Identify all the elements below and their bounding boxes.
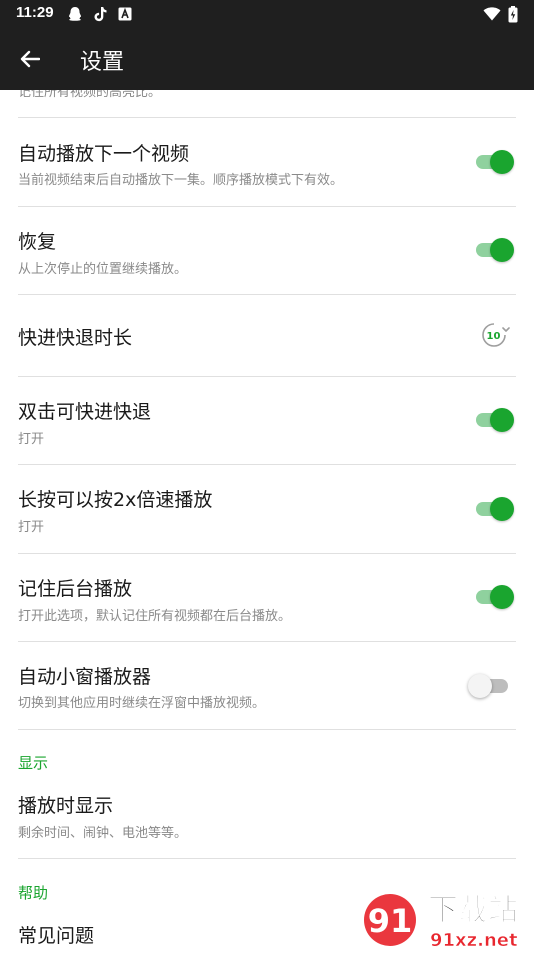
setting-label: 记住后台播放: [18, 578, 133, 600]
divider: [18, 729, 516, 730]
setting-resume[interactable]: 恢复 从上次停止的位置继续播放。: [0, 207, 534, 295]
watermark-logo: 91 下载站 91xz.net: [364, 893, 519, 951]
setting-label: 双击可快进快退: [18, 401, 152, 423]
qq-icon: [68, 6, 82, 22]
setting-label: 自动小窗播放器: [18, 666, 152, 688]
wifi-icon: [483, 6, 501, 22]
setting-label: 快进快退时长: [18, 327, 133, 349]
back-arrow-icon[interactable]: [16, 45, 44, 73]
watermark-domain: 91xz.net: [430, 930, 518, 950]
toggle-thumb: [490, 150, 514, 174]
seek-duration-value: 10: [487, 331, 501, 342]
setting-autoplay-next[interactable]: 自动播放下一个视频 当前视频结束后自动播放下一集。顺序播放模式下有效。: [0, 118, 534, 206]
partial-setting-row[interactable]: 记住所有视频的高亮比。: [0, 90, 534, 118]
toggle-thumb: [468, 674, 492, 698]
setting-sub: 打开此选项，默认记住所有视频都在后台播放。: [18, 609, 292, 624]
setting-label: 长按可以按2x倍速播放: [18, 489, 213, 511]
setting-double-tap-seek[interactable]: 双击可快进快退 打开: [0, 377, 534, 465]
page-title: 设置: [80, 50, 125, 75]
setting-sub: 打开: [18, 520, 45, 535]
divider: [18, 858, 516, 859]
setting-label: 常见问题: [18, 925, 95, 947]
section-header-help: 帮助: [18, 884, 49, 902]
setting-label: 自动播放下一个视频: [18, 143, 190, 165]
setting-sub: 切换到其他应用时继续在浮窗中播放视频。: [18, 696, 266, 711]
watermark-text: 下载站: [428, 893, 518, 928]
toggle-thumb: [490, 585, 514, 609]
section-header-display: 显示: [18, 754, 49, 772]
setting-show-while-playing[interactable]: 播放时显示 剩余时间、闹钟、电池等等。: [0, 778, 534, 858]
setting-seek-duration[interactable]: 快进快退时长 10: [0, 295, 534, 376]
setting-sub: 从上次停止的位置继续播放。: [18, 262, 188, 277]
setting-sub: 当前视频结束后自动播放下一集。顺序播放模式下有效。: [18, 173, 344, 188]
partial-setting-sub: 记住所有视频的高亮比。: [18, 90, 162, 100]
app-bar: 设置: [0, 28, 534, 90]
double-tap-seek-toggle[interactable]: [474, 408, 514, 432]
background-play-toggle[interactable]: [474, 585, 514, 609]
setting-long-press-2x[interactable]: 长按可以按2x倍速播放 打开: [0, 465, 534, 553]
a-icon: [118, 6, 132, 22]
setting-label: 恢复: [18, 231, 57, 253]
status-time: 11:29: [16, 4, 54, 21]
setting-label: 播放时显示: [18, 795, 114, 817]
status-bar: 11:29: [0, 0, 534, 28]
toggle-thumb: [490, 408, 514, 432]
watermark-logo-text: 91: [368, 902, 413, 940]
forward-10-icon: 10: [482, 323, 510, 347]
setting-auto-pip[interactable]: 自动小窗播放器 切换到其他应用时继续在浮窗中播放视频。: [0, 642, 534, 730]
battery-icon: [508, 5, 518, 22]
long-press-2x-toggle[interactable]: [474, 497, 514, 521]
resume-toggle[interactable]: [474, 238, 514, 262]
toggle-thumb: [490, 238, 514, 262]
setting-sub: 打开: [18, 432, 45, 447]
tiktok-icon: [93, 6, 107, 22]
setting-sub: 剩余时间、闹钟、电池等等。: [18, 826, 188, 841]
watermark: 91 下载站 91xz.net: [360, 886, 534, 951]
autoplay-next-toggle[interactable]: [474, 150, 514, 174]
toggle-thumb: [490, 497, 514, 521]
setting-background-play[interactable]: 记住后台播放 打开此选项，默认记住所有视频都在后台播放。: [0, 554, 534, 642]
auto-pip-toggle[interactable]: [468, 674, 514, 698]
